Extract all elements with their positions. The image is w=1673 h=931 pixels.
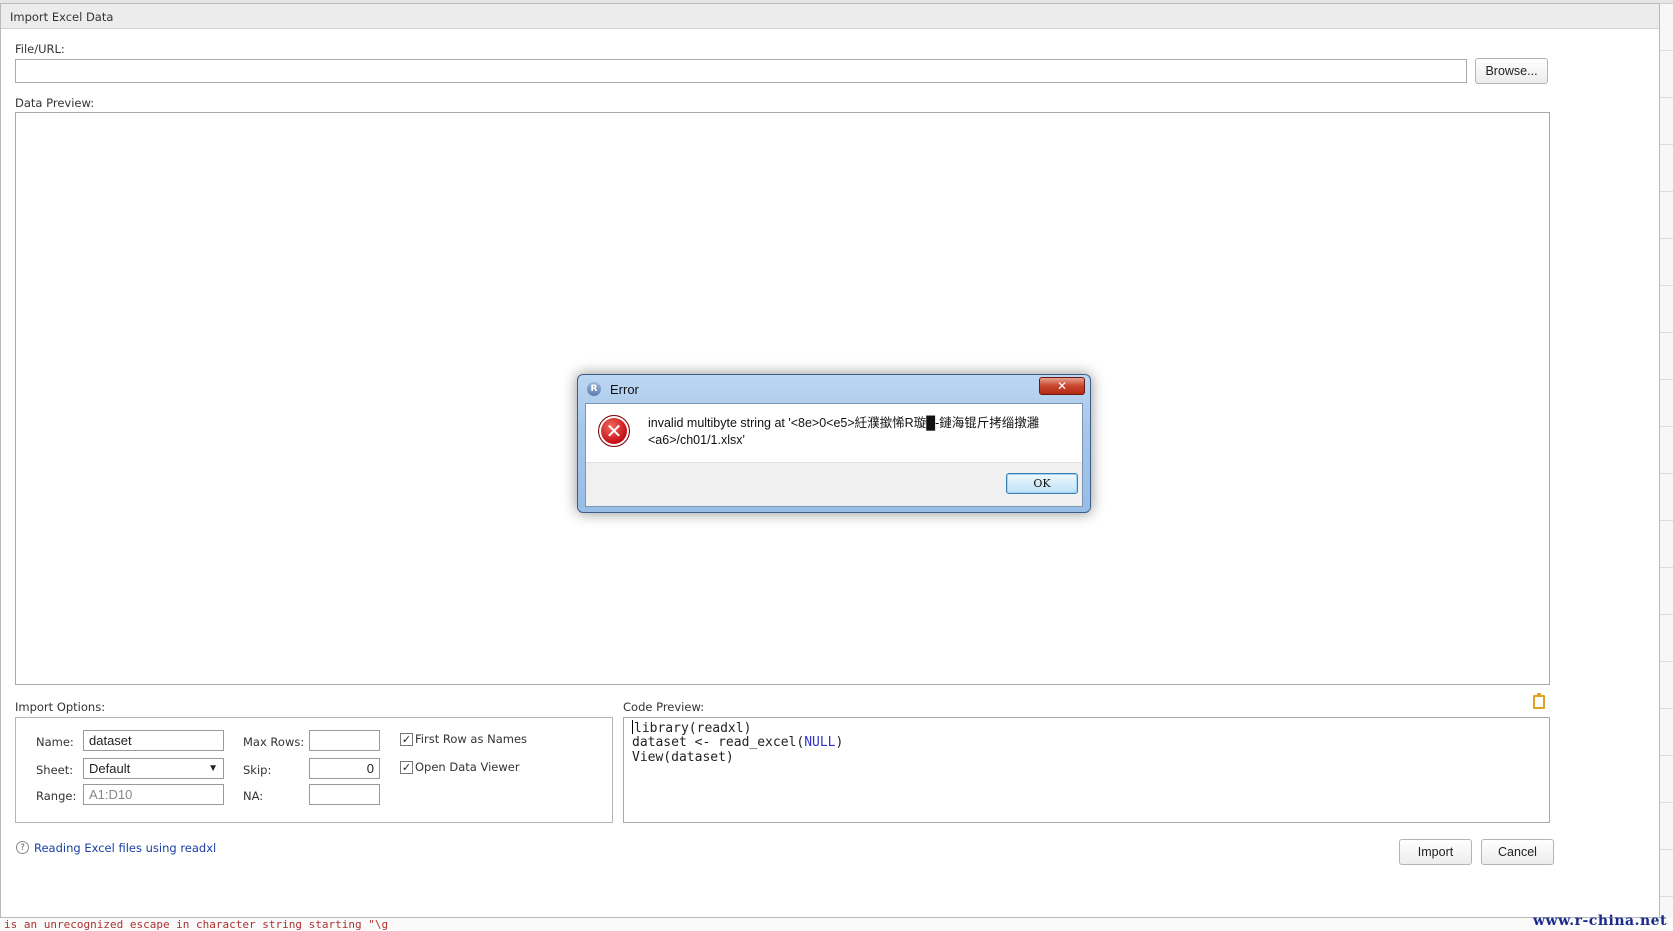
error-message-line-1: invalid multibyte string at '<8e>0<e5>紝濮… [648,416,1040,430]
import-button[interactable]: Import [1399,839,1472,865]
checkmark-icon: ✓ [401,761,412,774]
code-line-3: View(dataset) [632,750,734,765]
name-label: Name: [36,735,74,749]
error-message-line-2: <a6>/ch01/1.xlsx' [648,433,745,447]
checkmark-icon: ✓ [401,733,412,746]
text-cursor [632,720,633,734]
ok-button[interactable]: OK [1006,473,1078,494]
error-modal-title: Error [610,382,639,397]
code-preview-header: Code Preview: [623,700,705,714]
sheet-select-value: Default [89,761,131,776]
code-line-2-prefix: dataset <- read_excel( [632,735,805,750]
background-console-text: is an unrecognized escape in character s… [4,918,389,931]
browse-button[interactable]: Browse... [1475,58,1548,84]
background-editor-lines [1660,4,1673,930]
r-app-icon: R [587,382,601,396]
range-input[interactable]: A1:D10 [83,784,224,805]
readxl-help-link[interactable]: Reading Excel files using readxl [34,841,216,855]
error-icon: ✕ [598,415,630,447]
first-row-names-checkbox[interactable]: ✓ [400,733,413,746]
code-line-1-text: library(readxl) [634,721,752,736]
chevron-down-icon: ▼ [208,763,218,774]
close-icon[interactable]: ✕ [1039,377,1085,395]
error-modal-body: ✕ invalid multibyte string at '<8e>0<e5>… [585,403,1083,507]
skip-label: Skip: [243,763,272,777]
sheet-select[interactable]: Default ▼ [83,758,224,779]
dialog-title: Import Excel Data [10,10,114,24]
error-message-area: ✕ invalid multibyte string at '<8e>0<e5>… [586,404,1082,462]
error-modal: R Error ✕ ✕ invalid multibyte string at … [577,374,1091,513]
na-label: NA: [243,789,264,803]
error-modal-footer: OK [586,462,1082,506]
na-input[interactable] [309,784,380,805]
code-line-2: dataset <- read_excel(NULL) [632,735,843,750]
watermark-text: www.r-china.net [1532,913,1667,929]
sheet-label: Sheet: [36,763,74,777]
max-rows-label: Max Rows: [243,735,305,749]
name-input[interactable]: dataset [83,730,224,751]
file-url-label: File/URL: [15,42,65,56]
dialog-titlebar: Import Excel Data [1,4,1659,29]
open-data-viewer-label: Open Data Viewer [415,760,520,774]
help-icon[interactable]: ? [16,841,29,854]
code-preview-area[interactable]: library(readxl) dataset <- read_excel(NU… [623,717,1550,823]
range-label: Range: [36,789,77,803]
import-options-header: Import Options: [15,700,106,714]
skip-input[interactable]: 0 [309,758,380,779]
max-rows-input[interactable] [309,730,380,751]
cancel-button[interactable]: Cancel [1481,839,1554,865]
file-url-input[interactable] [15,59,1467,83]
first-row-names-label: First Row as Names [415,732,528,746]
data-preview-label: Data Preview: [15,96,95,110]
open-data-viewer-checkbox[interactable]: ✓ [400,761,413,774]
code-line-2-suffix: ) [835,735,844,750]
code-line-1: library(readxl) [632,720,751,736]
error-message: invalid multibyte string at '<8e>0<e5>紝濮… [648,415,1068,449]
import-options-panel: Name: dataset Sheet: Default ▼ Range: A1… [15,717,613,823]
clipboard-icon[interactable] [1533,693,1545,709]
code-null-keyword: NULL [804,735,836,750]
